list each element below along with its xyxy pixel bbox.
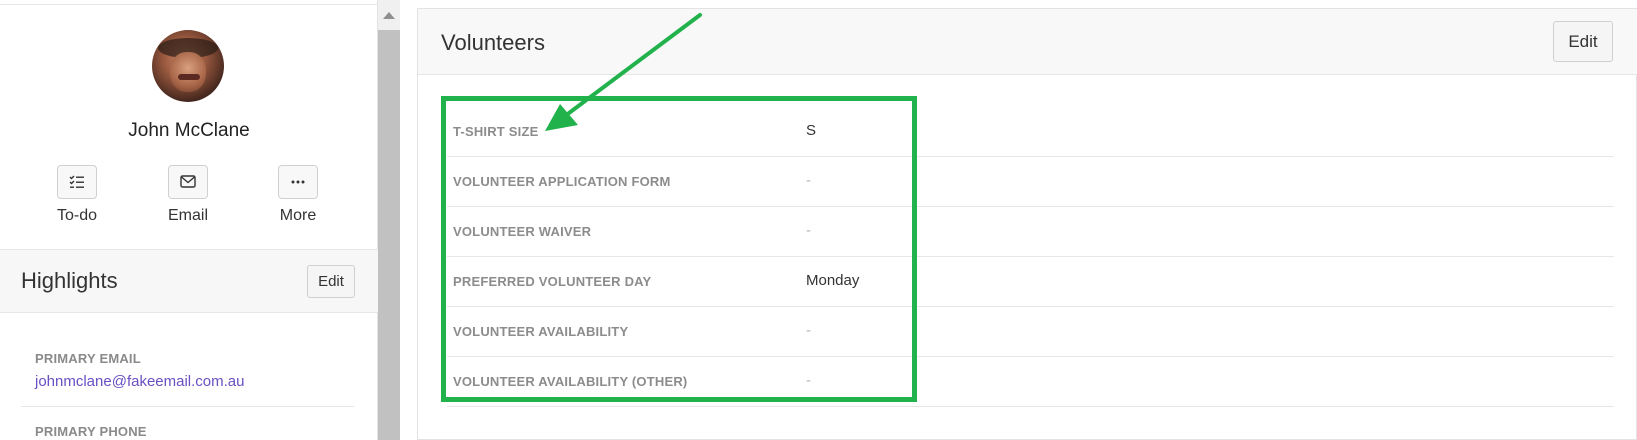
more-button[interactable] <box>278 165 318 199</box>
ellipsis-icon <box>291 180 305 184</box>
highlight-box <box>441 96 917 402</box>
scrollbar-thumb[interactable] <box>378 30 400 440</box>
email-button[interactable] <box>168 165 208 199</box>
avatar[interactable] <box>152 30 224 102</box>
todo-action[interactable]: To-do <box>32 165 122 225</box>
more-label: More <box>279 207 317 224</box>
todo-button[interactable] <box>57 165 97 199</box>
primary-email-label: PRIMARY EMAIL <box>35 351 141 366</box>
divider <box>21 406 354 407</box>
more-action[interactable]: More <box>253 165 343 225</box>
primary-email-link[interactable]: johnmclane@fakeemail.com.au <box>35 373 245 390</box>
profile-name: John McClane <box>128 120 250 141</box>
volunteers-header: Volunteers Edit <box>418 9 1637 75</box>
volunteers-edit-button[interactable]: Edit <box>1553 21 1613 62</box>
envelope-icon <box>180 175 196 188</box>
highlights-header: Highlights Edit <box>0 249 378 313</box>
email-action[interactable]: Email <box>143 165 233 225</box>
divider <box>0 4 378 5</box>
volunteers-title: Volunteers <box>441 30 545 55</box>
highlights-title: Highlights <box>21 268 118 293</box>
todo-label: To-do <box>56 207 98 224</box>
todo-list-icon <box>69 175 84 188</box>
highlights-edit-button[interactable]: Edit <box>307 265 355 298</box>
scrollbar[interactable] <box>378 0 400 440</box>
scroll-up-arrow-icon[interactable] <box>383 12 395 19</box>
email-label: Email <box>167 207 208 224</box>
primary-phone-label: PRIMARY PHONE <box>35 424 147 439</box>
profile-panel: John McClane To-do Email More Highlights… <box>0 0 378 440</box>
